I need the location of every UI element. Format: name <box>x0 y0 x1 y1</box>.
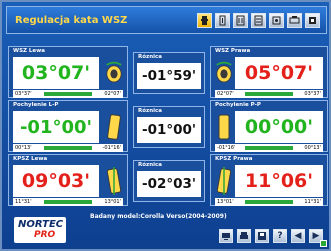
wheel-kingpin-icon <box>217 167 231 195</box>
footer-toolbar: ? ◀ ▶ <box>219 229 323 243</box>
panel-camber-left: Pochylenie L-P -01°00' 00°13' -01°16' <box>8 100 128 152</box>
panel-camber-right: Pochylenie P-P 00°00' -01°16' 00°13' <box>210 100 328 152</box>
difference-readout: -01°00' <box>137 117 201 143</box>
panel-diff-row1: Róznica -01°59' <box>133 52 205 94</box>
save-button[interactable] <box>255 229 269 243</box>
angle-readout: 03°07' <box>13 57 99 89</box>
tolerance-range-fill <box>245 92 293 96</box>
page-3-icon <box>254 15 263 25</box>
logo-subtext: PRO <box>34 230 56 240</box>
tolerance-min: 11°31' <box>15 199 32 205</box>
page-title: Regulacja kata WSZ <box>15 14 128 26</box>
logo-text: NORTEC <box>18 219 64 230</box>
page-2-icon <box>236 15 245 25</box>
back-button[interactable]: ◀ <box>291 229 305 243</box>
panel-label: Róznica <box>138 162 162 168</box>
wheel-tool-button[interactable] <box>197 12 212 28</box>
tolerance-min: -01°16' <box>217 145 236 151</box>
tested-model-label: Badany model:Corolla Verso(2004-2009) <box>90 213 227 220</box>
page-5-icon <box>289 15 300 23</box>
tolerance-max: -01°16' <box>102 145 121 151</box>
angle-readout: 09°03' <box>13 165 99 197</box>
page-1-icon <box>219 15 226 25</box>
save-icon <box>258 232 266 240</box>
panel-diff-row2: Róznica -01°00' <box>133 106 205 148</box>
tolerance-bar: 03°37' 02°07' <box>13 90 123 98</box>
angle-readout: -01°00' <box>13 111 99 143</box>
tolerance-bar: -01°16' 00°13' <box>215 144 323 152</box>
panel-wsz-right: WSZ Prawa 05°07' 02°07' 03°37' <box>210 46 328 98</box>
panel-kpsz-left: KPSZ Lewa 09°03' 11°31' 13°01' <box>8 154 128 206</box>
tolerance-bar: 00°13' -01°16' <box>13 144 123 152</box>
wheel-camber-icon <box>106 61 122 83</box>
tolerance-max: 11°31' <box>304 199 321 205</box>
footer: NORTEC PRO Badany model:Corolla Verso(20… <box>6 211 327 249</box>
tolerance-range-fill <box>43 146 93 150</box>
panel-label: KPSZ Lewa <box>13 156 48 162</box>
panel-label: KPSZ Prawa <box>215 156 253 162</box>
status-indicator <box>320 240 327 247</box>
tolerance-range-fill <box>43 92 93 96</box>
panel-label: Pochylenie P-P <box>215 102 261 108</box>
page-4-icon <box>272 16 281 24</box>
tolerance-max: 13°01' <box>104 199 121 205</box>
alignment-window: Regulacja kata WSZ WSZ Lewa 03°07' 03°37… <box>0 0 331 251</box>
panel-label: Róznica <box>138 54 162 60</box>
tolerance-min: 03°37' <box>15 91 32 97</box>
tolerance-min: 02°07' <box>217 91 234 97</box>
angle-readout: 11°06' <box>235 165 323 197</box>
panel-label: WSZ Prawa <box>215 48 251 54</box>
page-3-button[interactable] <box>251 12 266 28</box>
tolerance-max: 00°13' <box>304 145 321 151</box>
difference-readout: -02°03' <box>137 171 201 197</box>
page-1-button[interactable] <box>215 12 230 28</box>
tolerance-max: 02°07' <box>104 91 121 97</box>
page-5-button[interactable] <box>287 12 302 28</box>
print-icon <box>240 232 248 239</box>
tolerance-bar: 11°31' 13°01' <box>13 198 123 206</box>
print-button[interactable] <box>237 229 251 243</box>
panel-label: Róznica <box>138 108 162 114</box>
tolerance-bar: 02°07' 03°37' <box>215 90 323 98</box>
help-button[interactable]: ? <box>273 229 287 243</box>
page-4-button[interactable] <box>269 12 284 28</box>
tolerance-range-fill <box>43 200 93 204</box>
nortec-pro-logo: NORTEC PRO <box>14 217 66 243</box>
panel-wsz-left: WSZ Lewa 03°07' 03°37' 02°07' <box>8 46 128 98</box>
wheel-camber-icon <box>216 61 232 83</box>
panel-label: WSZ Lewa <box>13 48 45 54</box>
page-2-button[interactable] <box>233 12 248 28</box>
wheel-tilt-icon <box>107 114 121 140</box>
wheel-kingpin-icon <box>107 167 121 195</box>
wheel-tool-icon <box>201 15 208 25</box>
screen-icon <box>222 233 230 240</box>
tolerance-min: 00°13' <box>15 145 32 151</box>
angle-readout: 00°00' <box>235 111 323 143</box>
screen-button[interactable] <box>219 229 233 243</box>
tolerance-range-fill <box>245 200 293 204</box>
tolerance-bar: 13°01' 11°31' <box>215 198 323 206</box>
tolerance-range-fill <box>245 146 293 150</box>
panel-diff-row3: Róznica -02°03' <box>133 160 205 202</box>
difference-readout: -01°59' <box>137 63 201 89</box>
panel-kpsz-right: KPSZ Prawa 11°06' 13°01' 11°31' <box>210 154 328 206</box>
toolbar <box>197 12 320 28</box>
header-bar: Regulacja kata WSZ <box>6 6 327 34</box>
page-6-button[interactable] <box>305 12 320 28</box>
page-6-icon <box>309 16 316 24</box>
panel-label: Pochylenie L-P <box>13 102 59 108</box>
wheel-tilt-icon <box>218 114 230 140</box>
tolerance-max: 03°37' <box>304 91 321 97</box>
angle-readout: 05°07' <box>235 57 323 89</box>
tolerance-min: 13°01' <box>217 199 234 205</box>
